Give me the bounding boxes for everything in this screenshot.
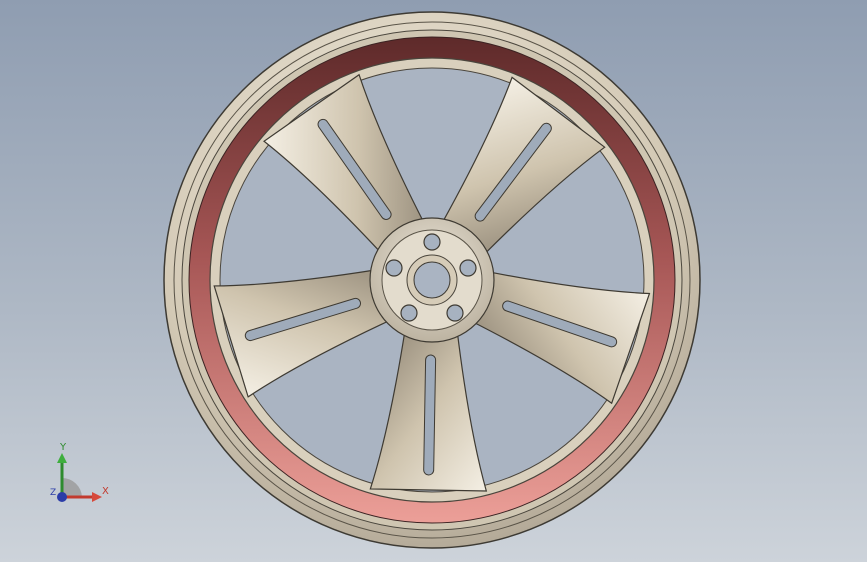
z-axis-label: Z [50, 488, 57, 498]
lug-hole [459, 259, 477, 277]
coordinate-triad: Y X Z [40, 440, 120, 510]
graphics-viewport[interactable]: Y X Z [0, 0, 867, 562]
coordinate-triad-icon [57, 453, 102, 502]
y-axis-label: Y [60, 442, 67, 453]
wheel-model[interactable] [0, 0, 867, 562]
lug-hole [423, 233, 441, 251]
x-axis-label: X [102, 486, 109, 497]
lug-hole [400, 304, 418, 322]
lug-hole [446, 304, 464, 322]
hub-bore [413, 261, 451, 299]
lug-hole [385, 259, 403, 277]
